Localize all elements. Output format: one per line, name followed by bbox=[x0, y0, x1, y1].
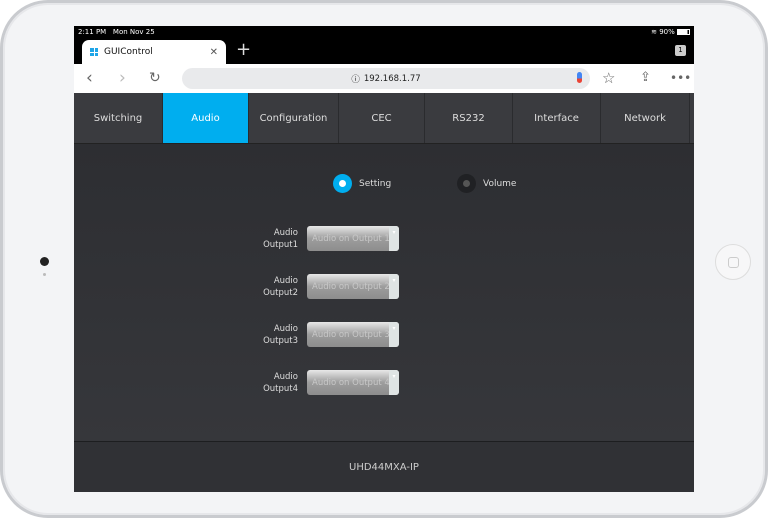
output3-select[interactable]: Audio on Output 3 ▾ bbox=[307, 322, 399, 347]
label-line: Output2 bbox=[263, 287, 298, 298]
footer: UHD44MXA-IP bbox=[74, 441, 694, 492]
output-row: Audio Output1 Audio on Output 1 ▾ bbox=[254, 226, 399, 251]
radio-volume[interactable]: Volume bbox=[457, 174, 516, 193]
share-icon[interactable]: ⇪ bbox=[640, 70, 651, 85]
dropdown-arrow-icon: ▾ bbox=[389, 226, 399, 251]
reload-icon[interactable]: ↻ bbox=[149, 70, 161, 86]
back-icon[interactable]: ‹ bbox=[86, 68, 93, 88]
radio-setting[interactable]: Setting bbox=[333, 174, 391, 193]
address-field[interactable]: ⓘ 192.168.1.77 bbox=[182, 68, 590, 89]
battery-icon bbox=[677, 29, 690, 35]
label-line: Output3 bbox=[263, 335, 298, 346]
select-value: Audio on Output 4 bbox=[312, 377, 390, 388]
status-bar: 2:11 PM Mon Nov 25 ≋ 90% bbox=[74, 26, 694, 38]
output1-select[interactable]: Audio on Output 1 ▾ bbox=[307, 226, 399, 251]
bookmark-star-icon[interactable]: ☆ bbox=[602, 69, 615, 87]
tab-cec[interactable]: CEC bbox=[339, 93, 425, 143]
tab-configuration[interactable]: Configuration bbox=[249, 93, 339, 143]
home-button[interactable] bbox=[715, 244, 751, 280]
dropdown-arrow-icon: ▾ bbox=[389, 370, 399, 395]
windows-logo-icon bbox=[90, 48, 98, 56]
info-icon: ⓘ bbox=[351, 74, 360, 85]
wifi-icon: ≋ bbox=[651, 28, 657, 36]
microphone-icon[interactable] bbox=[577, 72, 582, 83]
new-tab-icon[interactable]: + bbox=[236, 39, 251, 60]
dropdown-arrow-icon: ▾ bbox=[389, 322, 399, 347]
output-label: Audio Output3 bbox=[254, 323, 298, 347]
audio-panel: Setting Volume Audio Output1 Audio on Out… bbox=[74, 144, 694, 441]
label-line: Audio bbox=[273, 371, 298, 382]
tab-network[interactable]: Network bbox=[601, 93, 690, 143]
output-label: Audio Output1 bbox=[254, 227, 298, 251]
select-value: Audio on Output 1 bbox=[312, 233, 390, 244]
status-time: 2:11 PM bbox=[78, 28, 107, 36]
output2-select[interactable]: Audio on Output 2 ▾ bbox=[307, 274, 399, 299]
url-text: 192.168.1.77 bbox=[363, 73, 421, 84]
select-value: Audio on Output 2 bbox=[312, 281, 390, 292]
status-date: Mon Nov 25 bbox=[112, 28, 155, 36]
label-line: Audio bbox=[273, 275, 298, 286]
select-value: Audio on Output 3 bbox=[312, 329, 390, 340]
label-line: Output4 bbox=[263, 383, 298, 394]
battery-percent: 90% bbox=[659, 28, 675, 36]
tab-switching[interactable]: Switching bbox=[74, 93, 163, 143]
forward-icon[interactable]: › bbox=[119, 68, 126, 88]
tab-rs232[interactable]: RS232 bbox=[425, 93, 513, 143]
radio-label: Setting bbox=[359, 178, 392, 189]
tab-title: GUIControl bbox=[104, 47, 153, 57]
output-row: Audio Output2 Audio on Output 2 ▾ bbox=[254, 274, 399, 299]
url-bar: ‹ › ↻ ⓘ 192.168.1.77 ☆ ⇪ ••• bbox=[74, 64, 694, 93]
screen: 2:11 PM Mon Nov 25 ≋ 90% GUIControl ✕ + … bbox=[74, 26, 694, 492]
output4-select[interactable]: Audio on Output 4 ▾ bbox=[307, 370, 399, 395]
label-line: Output1 bbox=[263, 239, 298, 250]
close-tab-icon[interactable]: ✕ bbox=[210, 47, 218, 58]
main-nav: Switching Audio Configuration CEC RS232 … bbox=[74, 93, 694, 144]
output-row: Audio Output4 Audio on Output 4 ▾ bbox=[254, 370, 399, 395]
sensor bbox=[43, 273, 46, 276]
radio-unselected-icon bbox=[457, 174, 476, 193]
browser-tab[interactable]: GUIControl ✕ bbox=[82, 40, 226, 64]
camera bbox=[40, 257, 49, 266]
label-line: Audio bbox=[273, 227, 298, 238]
tab-count[interactable]: 1 bbox=[675, 45, 686, 56]
output-row: Audio Output3 Audio on Output 3 ▾ bbox=[254, 322, 399, 347]
output-label: Audio Output4 bbox=[254, 371, 298, 395]
model-name: UHD44MXA-IP bbox=[349, 461, 419, 473]
output-label: Audio Output2 bbox=[254, 275, 298, 299]
label-line: Audio bbox=[273, 323, 298, 334]
browser-tab-bar: GUIControl ✕ + 1 bbox=[74, 38, 694, 64]
radio-label: Volume bbox=[483, 178, 517, 189]
more-icon[interactable]: ••• bbox=[670, 71, 691, 85]
dropdown-arrow-icon: ▾ bbox=[389, 274, 399, 299]
tab-audio[interactable]: Audio bbox=[163, 93, 249, 143]
tab-interface[interactable]: Interface bbox=[513, 93, 601, 143]
radio-selected-icon bbox=[333, 174, 352, 193]
